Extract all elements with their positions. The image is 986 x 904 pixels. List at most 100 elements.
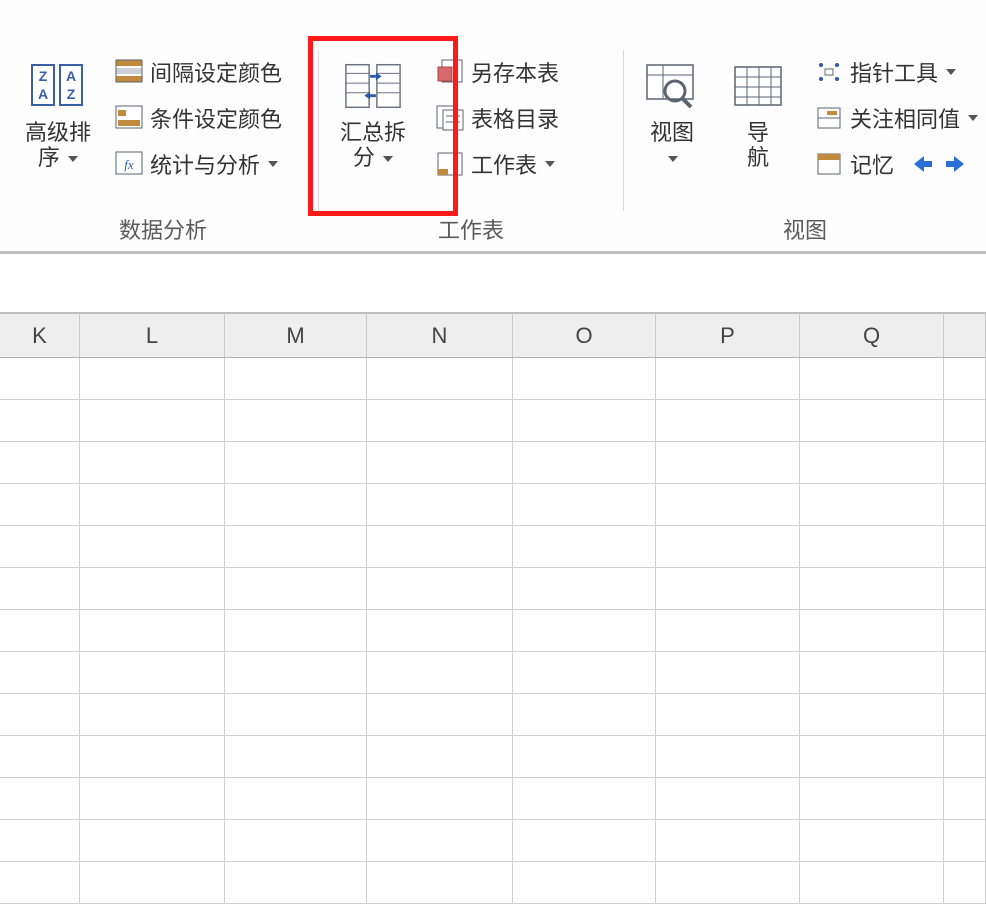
cell[interactable] [513,652,656,694]
cell[interactable] [800,526,944,568]
advanced-sort-button[interactable]: Z A A Z 高级排 序 [22,56,94,171]
cell[interactable] [944,820,986,862]
cell[interactable] [367,358,513,400]
cell[interactable] [367,610,513,652]
cell[interactable] [656,778,800,820]
cell[interactable] [800,484,944,526]
cell[interactable] [944,736,986,778]
interval-color-button[interactable]: 间隔设定颜色 [114,56,282,88]
cell[interactable] [80,358,225,400]
cell[interactable] [944,568,986,610]
cell[interactable] [0,442,80,484]
cell[interactable] [800,358,944,400]
cell[interactable] [80,652,225,694]
cell[interactable] [80,820,225,862]
column-header[interactable]: P [656,314,800,357]
cell[interactable] [800,400,944,442]
column-header[interactable]: Q [800,314,944,357]
cell[interactable] [513,442,656,484]
sheet-directory-button[interactable]: 表格目录 [435,102,559,134]
stats-analysis-button[interactable]: fx 统计与分析 [114,148,282,180]
cell[interactable] [0,610,80,652]
column-header[interactable] [944,314,986,357]
cell[interactable] [800,442,944,484]
cell[interactable] [80,694,225,736]
cell[interactable] [944,526,986,568]
cell[interactable] [225,568,367,610]
cell[interactable] [513,400,656,442]
formula-bar[interactable] [0,254,986,314]
cell[interactable] [513,484,656,526]
cell[interactable] [944,862,986,904]
cell[interactable] [513,778,656,820]
cell[interactable] [367,694,513,736]
cell[interactable] [367,400,513,442]
cell[interactable] [800,862,944,904]
cell[interactable] [225,652,367,694]
cell[interactable] [80,736,225,778]
cell[interactable] [367,736,513,778]
cell[interactable] [800,610,944,652]
cell[interactable] [656,358,800,400]
cell[interactable] [0,778,80,820]
cell[interactable] [944,694,986,736]
cell[interactable] [513,862,656,904]
cell[interactable] [80,400,225,442]
memory-button[interactable]: 记忆 [814,148,894,180]
cell[interactable] [800,694,944,736]
cell[interactable] [225,694,367,736]
cell[interactable] [513,820,656,862]
cell[interactable] [367,820,513,862]
condition-color-button[interactable]: 条件设定颜色 [114,102,282,134]
grid[interactable] [0,358,986,904]
cell[interactable] [800,778,944,820]
cell[interactable] [656,568,800,610]
cell[interactable] [225,400,367,442]
cell[interactable] [80,442,225,484]
cell[interactable] [0,862,80,904]
cell[interactable] [367,568,513,610]
cell[interactable] [656,694,800,736]
cell[interactable] [225,358,367,400]
cell[interactable] [513,568,656,610]
cell[interactable] [0,820,80,862]
cell[interactable] [800,736,944,778]
cell[interactable] [513,694,656,736]
cell[interactable] [0,736,80,778]
cell[interactable] [225,610,367,652]
cell[interactable] [225,862,367,904]
cell[interactable] [513,610,656,652]
column-header[interactable]: L [80,314,225,357]
cell[interactable] [656,610,800,652]
cell[interactable] [513,358,656,400]
cell[interactable] [80,526,225,568]
cell[interactable] [367,862,513,904]
column-header[interactable]: K [0,314,80,357]
cell[interactable] [367,526,513,568]
cell[interactable] [0,484,80,526]
cell[interactable] [225,778,367,820]
cell[interactable] [944,778,986,820]
cell[interactable] [367,652,513,694]
cell[interactable] [944,484,986,526]
cell[interactable] [656,820,800,862]
watch-same-value-button[interactable]: 关注相同值 [814,102,978,134]
pointer-tools-button[interactable]: 指针工具 [814,56,978,88]
cell[interactable] [656,484,800,526]
cell[interactable] [0,652,80,694]
cell[interactable] [0,358,80,400]
cell[interactable] [80,484,225,526]
cell[interactable] [944,610,986,652]
save-as-sheet-button[interactable]: 另存本表 [435,56,559,88]
forward-arrow-button[interactable] [942,150,970,178]
cell[interactable] [367,778,513,820]
cell[interactable] [656,736,800,778]
column-header[interactable]: O [513,314,656,357]
cell[interactable] [0,526,80,568]
cell[interactable] [944,400,986,442]
cell[interactable] [225,526,367,568]
column-header[interactable]: M [225,314,367,357]
worksheet-button[interactable]: 工作表 [435,148,559,180]
cell[interactable] [0,400,80,442]
cell[interactable] [656,652,800,694]
